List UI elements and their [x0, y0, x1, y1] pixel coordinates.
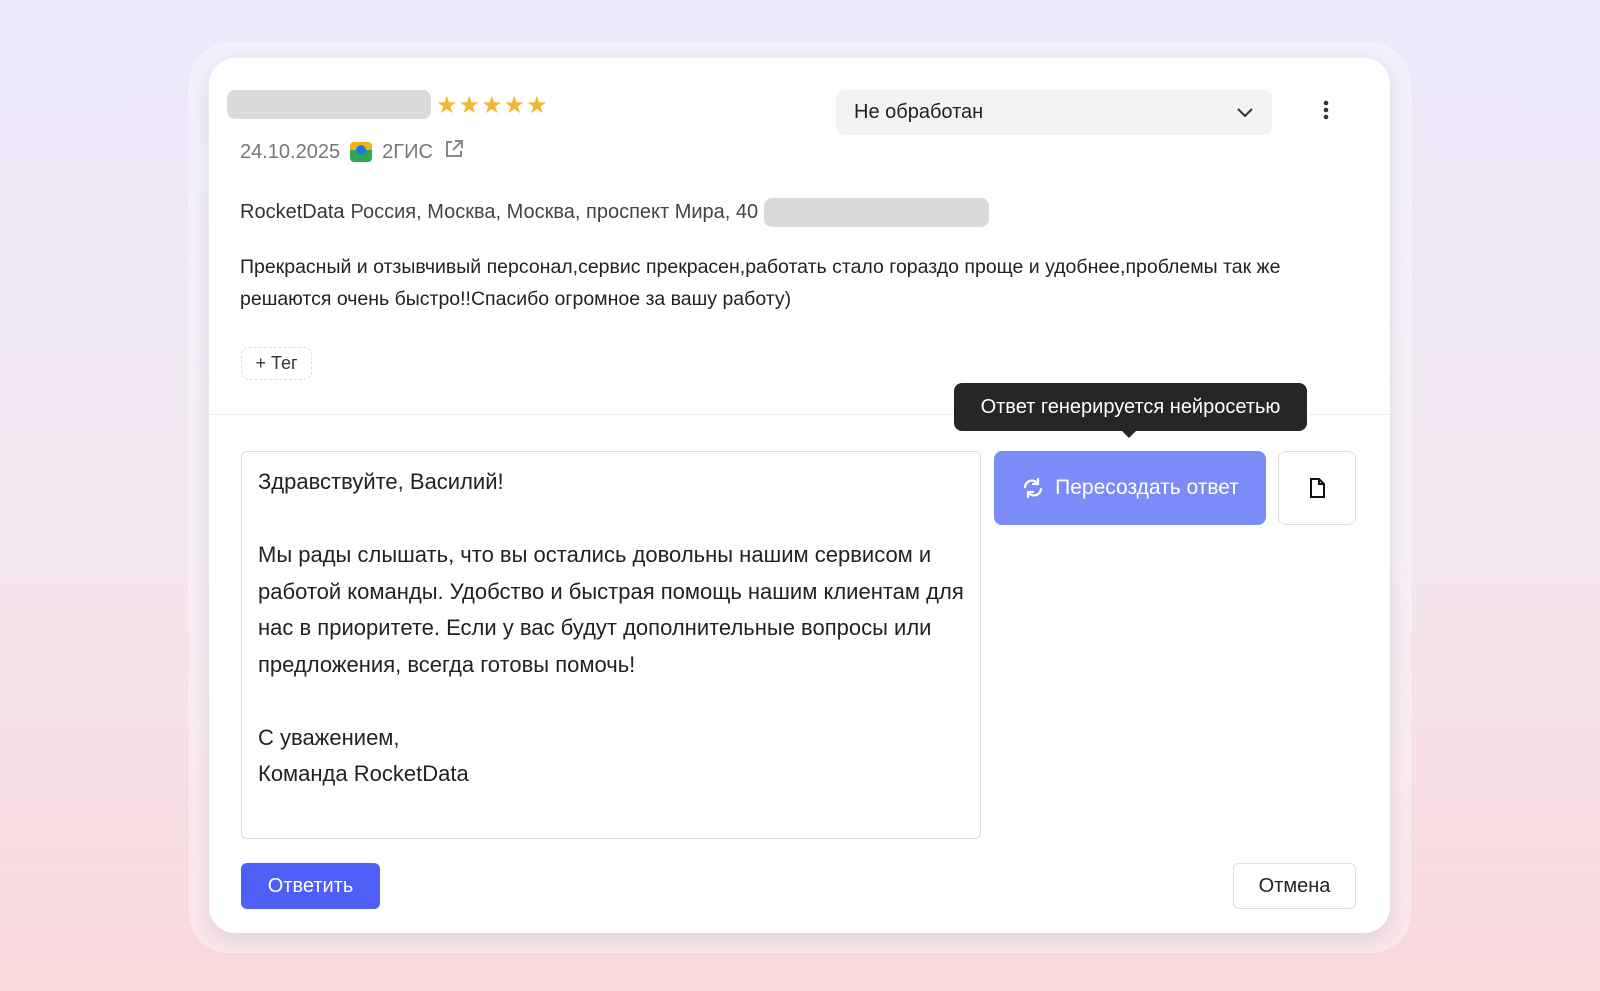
review-text: Прекрасный и отзывчивый персонал,сервис … — [240, 256, 1281, 310]
review-date: 24.10.2025 — [240, 140, 341, 163]
review-meta: 24.10.2025 2ГИС — [240, 138, 465, 166]
status-select-value: Не обработан — [854, 101, 984, 123]
ai-tooltip: Ответ генерируется нейросетью — [954, 383, 1307, 438]
more-vertical-icon — [1323, 100, 1329, 120]
regenerate-label: Пересоздать ответ — [1055, 476, 1239, 499]
review-card: ★★★★★ 24.10.2025 2ГИС Не обработан Rocke… — [209, 58, 1390, 933]
reviewer-name-redacted — [227, 90, 431, 119]
chevron-down-icon — [1237, 107, 1253, 117]
external-link-icon[interactable] — [443, 138, 465, 166]
2gis-logo-icon — [350, 142, 373, 162]
copy-button[interactable] — [1278, 451, 1356, 525]
regenerate-reply-button[interactable]: Пересоздать ответ — [994, 451, 1266, 525]
status-select[interactable]: Не обработан — [836, 90, 1272, 135]
more-menu-button[interactable] — [1322, 98, 1330, 126]
reply-textarea[interactable]: Здравствуйте, Василий! Мы рады слышать, … — [241, 451, 981, 839]
rating-stars: ★★★★★ — [436, 92, 549, 119]
submit-reply-button[interactable]: Ответить — [241, 863, 380, 909]
address-redacted — [764, 198, 990, 227]
cancel-button[interactable]: Отмена — [1233, 863, 1356, 909]
location-address: Россия, Москва, Москва, проспект Мира, 4… — [350, 201, 759, 223]
refresh-icon — [1024, 477, 1043, 499]
document-icon — [1310, 478, 1325, 498]
company-name: RocketData — [240, 201, 345, 223]
review-source: 2ГИС — [382, 140, 433, 163]
add-tag-button[interactable]: + Тег — [241, 347, 312, 380]
location-line: RocketData Россия, Москва, Москва, просп… — [240, 198, 990, 227]
